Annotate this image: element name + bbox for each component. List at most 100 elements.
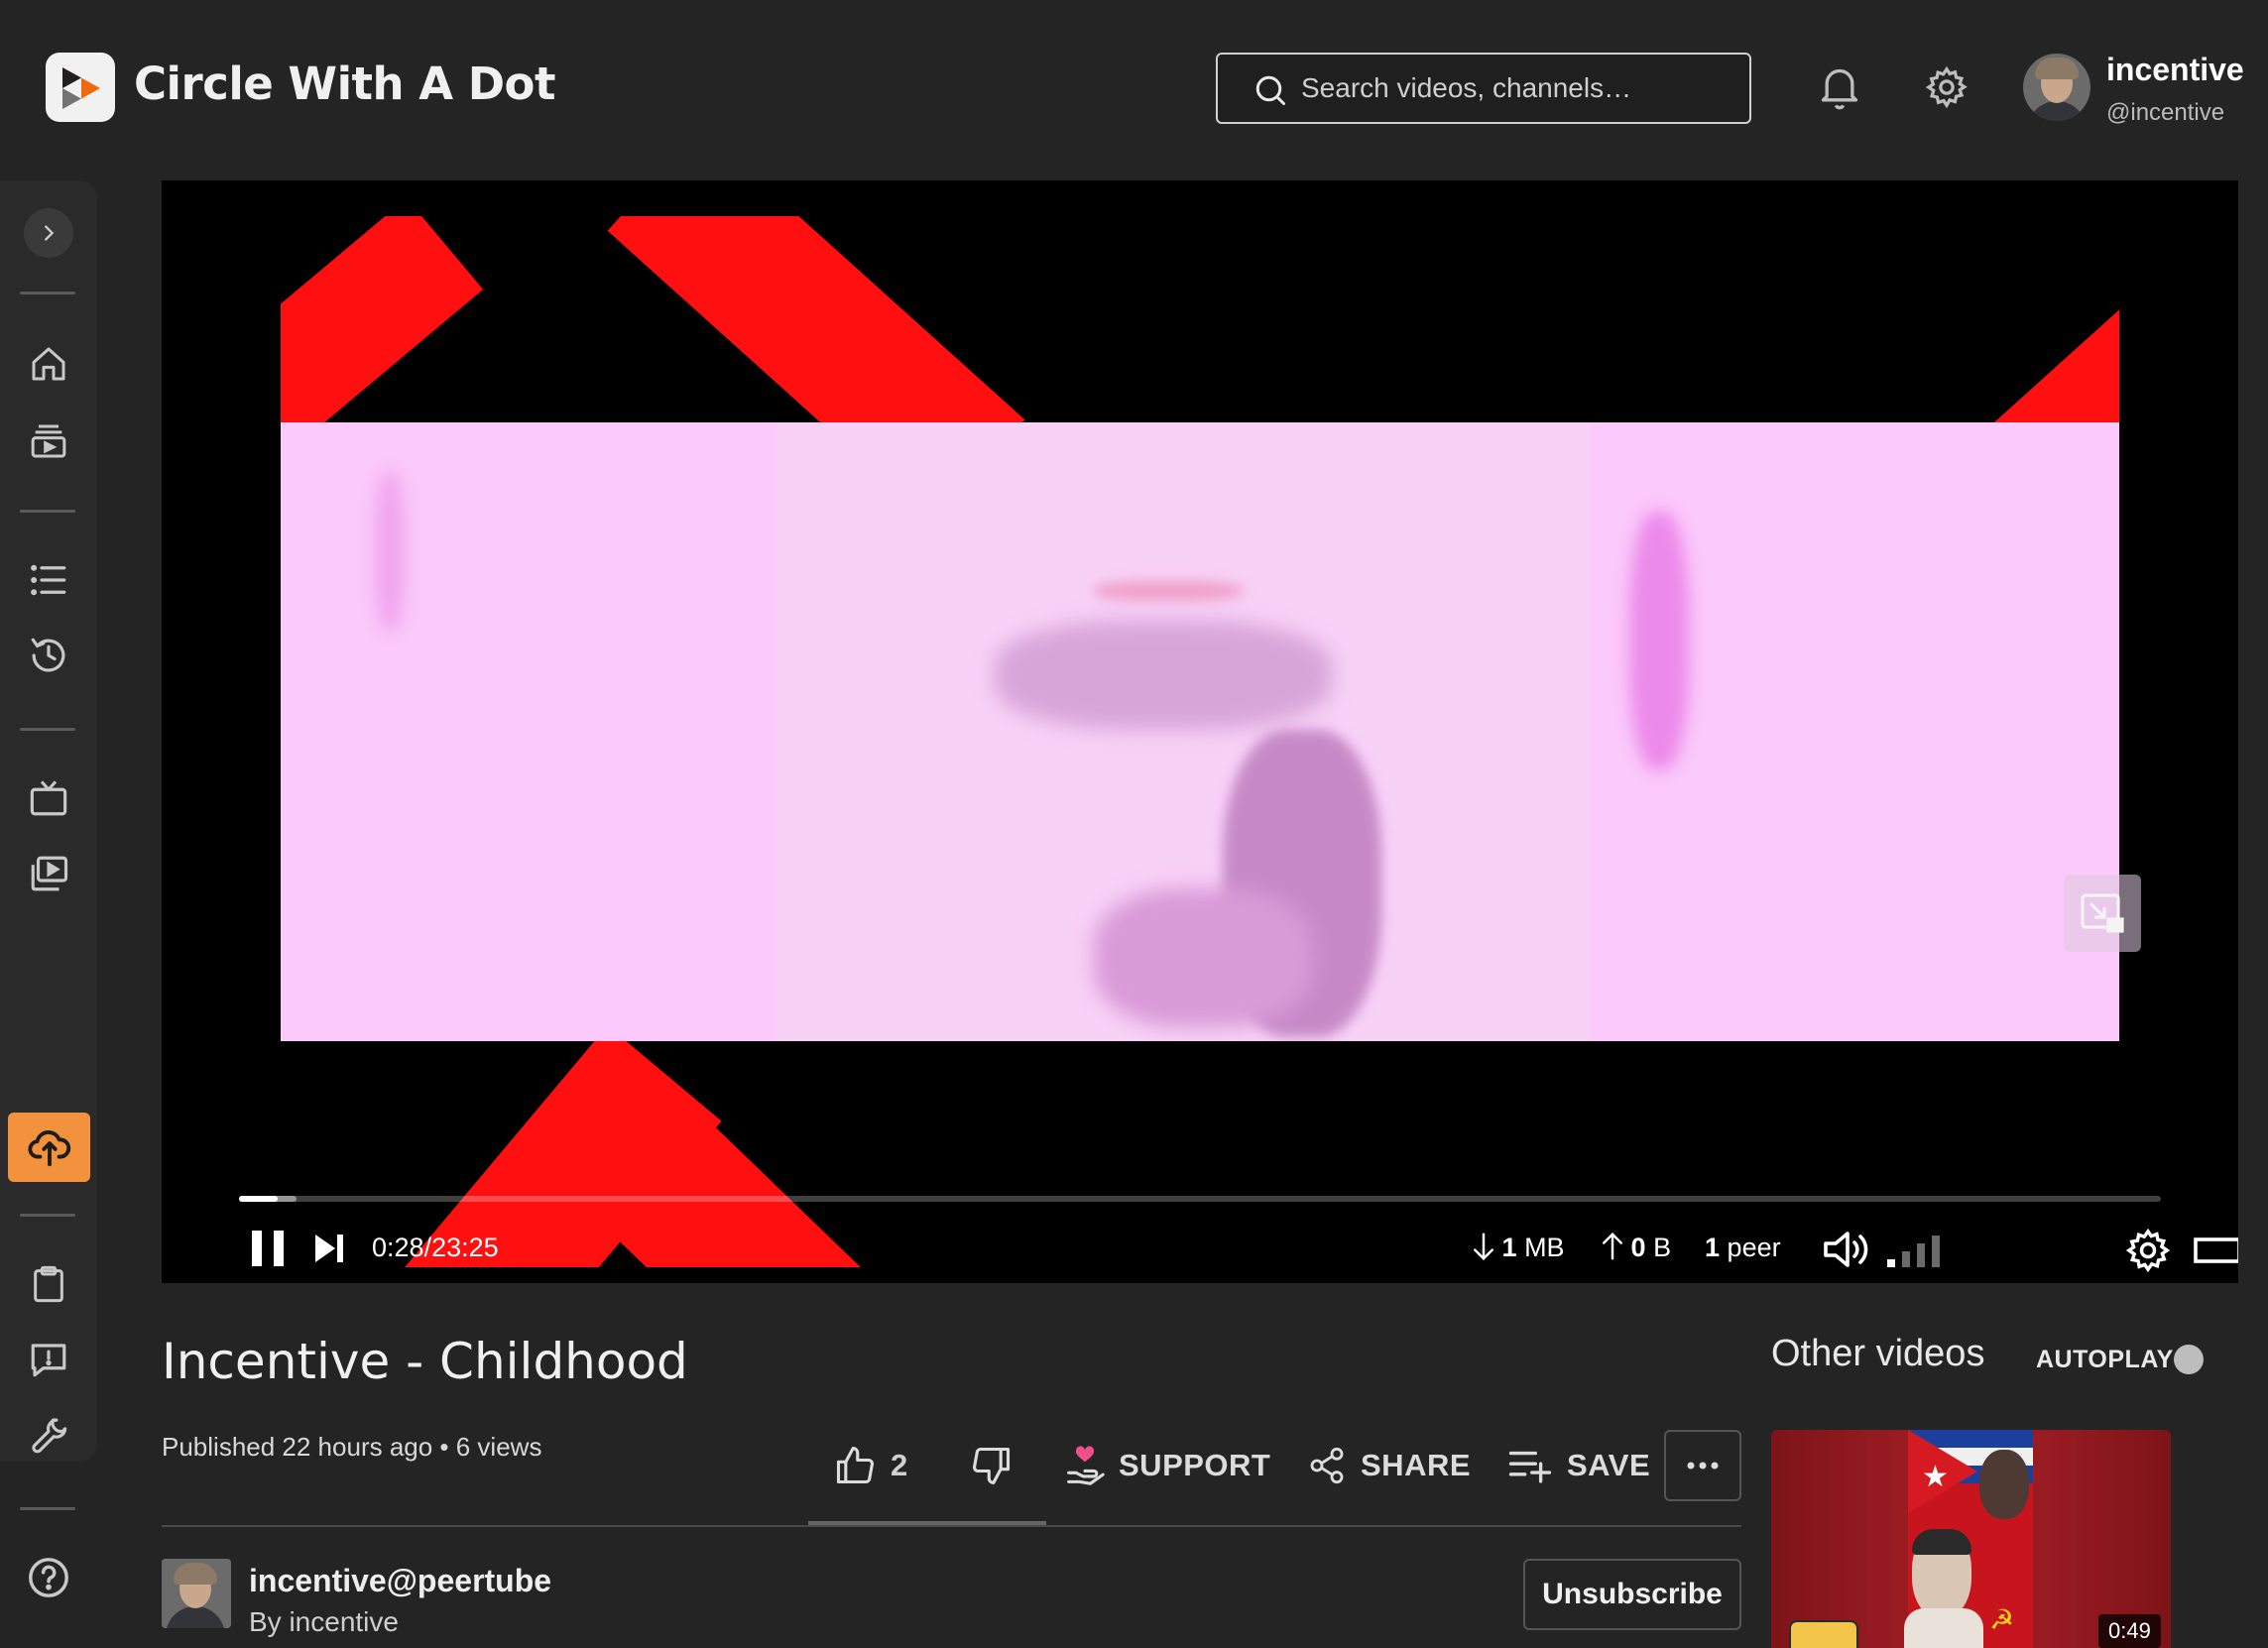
- sidebar-item-channels[interactable]: [22, 771, 75, 825]
- gear-icon: [1925, 65, 1968, 109]
- video-blur: [1094, 581, 1243, 601]
- current-time: 0:28/23:25: [372, 1233, 499, 1263]
- channel-avatar-image: [162, 1559, 231, 1628]
- pip-icon: [2081, 893, 2124, 933]
- autoplay-label: AUTOPLAY: [2036, 1346, 2174, 1373]
- share-label: SHARE: [1361, 1448, 1472, 1482]
- gear-icon: [2125, 1228, 2171, 1273]
- share-icon: [1310, 1447, 1344, 1484]
- like-count: 2: [891, 1448, 908, 1482]
- search-icon: [1255, 75, 1285, 105]
- feedback-icon: [31, 1344, 66, 1377]
- pause-button[interactable]: [243, 1224, 293, 1273]
- sidebar-divider: [20, 728, 75, 731]
- thumbnail-portrait: [1979, 1450, 2029, 1519]
- peers-label: peer: [1727, 1233, 1781, 1262]
- sidebar-item-subscriptions[interactable]: [22, 414, 75, 468]
- sidebar-item-playlists[interactable]: [22, 553, 75, 607]
- notifications-button[interactable]: [1815, 59, 1864, 115]
- channel-owner[interactable]: By incentive: [249, 1606, 399, 1638]
- download-stat: 1 MB: [1473, 1233, 1565, 1263]
- videos-icon: [31, 856, 68, 891]
- heart-hand-icon: [1067, 1446, 1105, 1485]
- video-frame: [281, 216, 2119, 1267]
- skip-next-icon: [315, 1235, 343, 1262]
- like-button[interactable]: 2: [833, 1436, 908, 1495]
- user-avatar[interactable]: [2023, 54, 2090, 121]
- search-input[interactable]: [1301, 64, 1728, 112]
- next-video-button[interactable]: [306, 1226, 352, 1271]
- video-duration: 0:49: [2098, 1614, 2161, 1648]
- video-blur: [1629, 512, 1689, 769]
- hammer-sickle-icon: ☭: [1989, 1604, 2015, 1635]
- sidebar-item-videos[interactable]: [22, 847, 75, 900]
- theater-mode-button[interactable]: [2190, 1228, 2238, 1273]
- user-name[interactable]: incentive: [2106, 52, 2244, 88]
- peers-stat: 1 peer: [1705, 1233, 1781, 1263]
- support-label: SUPPORT: [1119, 1448, 1271, 1482]
- star-icon: ★: [1922, 1461, 1949, 1493]
- video-blur: [1094, 888, 1312, 1027]
- sidebar-item-upload[interactable]: [8, 1113, 90, 1182]
- top-header: Circle With A Dot incentive @incentive: [0, 0, 2268, 175]
- play-logo-icon: [62, 67, 100, 109]
- time-separator: /: [423, 1233, 432, 1262]
- video-player[interactable]: 0:28/23:25 1 MB 0 B 1 peer: [162, 180, 2238, 1283]
- help-icon: [29, 1558, 68, 1597]
- arrow-down-icon: [1474, 1233, 1493, 1260]
- thumbs-up-icon: [836, 1447, 874, 1484]
- sidebar-divider: [20, 1214, 75, 1217]
- settings-button[interactable]: [1922, 59, 1971, 115]
- site-title[interactable]: Circle With A Dot: [134, 58, 555, 110]
- arrow-up-icon: [1603, 1233, 1622, 1260]
- thumbnail-portrait-hair: [1912, 1529, 1971, 1555]
- volume-slider[interactable]: [1885, 1228, 1943, 1271]
- search-box[interactable]: [1216, 53, 1751, 124]
- wrench-icon: [32, 1418, 67, 1454]
- volume-level-icon: [1887, 1236, 1940, 1267]
- seek-bar[interactable]: [239, 1196, 2161, 1202]
- subscriptions-icon: [31, 424, 66, 458]
- expand-menu-button[interactable]: [24, 208, 73, 258]
- sidebar-item-feedback[interactable]: [22, 1333, 75, 1386]
- picture-in-picture-button[interactable]: [2064, 875, 2141, 952]
- tv-icon: [30, 780, 67, 816]
- dislike-button[interactable]: [970, 1436, 1027, 1495]
- download-unit: MB: [1524, 1233, 1565, 1262]
- video-title: Incentive - Childhood: [162, 1333, 688, 1390]
- volume-icon: [1824, 1232, 1868, 1267]
- theater-icon: [2194, 1237, 2238, 1263]
- sidebar: [0, 180, 97, 1597]
- clipboard-icon: [34, 1265, 63, 1303]
- pause-icon: [252, 1231, 284, 1266]
- unsubscribe-button[interactable]: Unsubscribe: [1523, 1559, 1741, 1630]
- sidebar-item-history[interactable]: [22, 629, 75, 682]
- upload-stat: 0 B: [1602, 1233, 1671, 1263]
- save-button[interactable]: SAVE: [1507, 1436, 1650, 1495]
- share-button[interactable]: SHARE: [1307, 1436, 1471, 1495]
- autoplay-toggle[interactable]: [2174, 1345, 2204, 1374]
- other-videos-title: Other videos: [1771, 1333, 1985, 1374]
- home-icon: [32, 347, 65, 381]
- history-icon: [31, 638, 65, 672]
- section-divider: [162, 1525, 1741, 1527]
- video-blur: [995, 621, 1332, 730]
- channel-avatar[interactable]: [162, 1559, 231, 1628]
- sidebar-item-admin[interactable]: [22, 1408, 75, 1462]
- sidebar-item-reports[interactable]: [22, 1257, 75, 1311]
- player-settings-button[interactable]: [2121, 1224, 2175, 1277]
- time-total: 23:25: [431, 1233, 499, 1262]
- playlist-add-icon: [1508, 1451, 1552, 1483]
- bell-icon: [1821, 68, 1858, 110]
- site-logo[interactable]: [46, 53, 115, 122]
- support-button[interactable]: SUPPORT: [1065, 1436, 1270, 1495]
- channel-name[interactable]: incentive@peertube: [249, 1563, 551, 1599]
- sidebar-item-help[interactable]: [22, 1551, 75, 1604]
- seek-bar-played: [239, 1196, 278, 1202]
- thumbs-down-icon: [973, 1447, 1011, 1484]
- volume-button[interactable]: [1820, 1224, 1875, 1275]
- sidebar-item-home[interactable]: [22, 337, 75, 391]
- thumbnail-badge: [1789, 1620, 1858, 1648]
- sidebar-divider: [20, 510, 75, 513]
- more-actions-button[interactable]: [1664, 1430, 1741, 1501]
